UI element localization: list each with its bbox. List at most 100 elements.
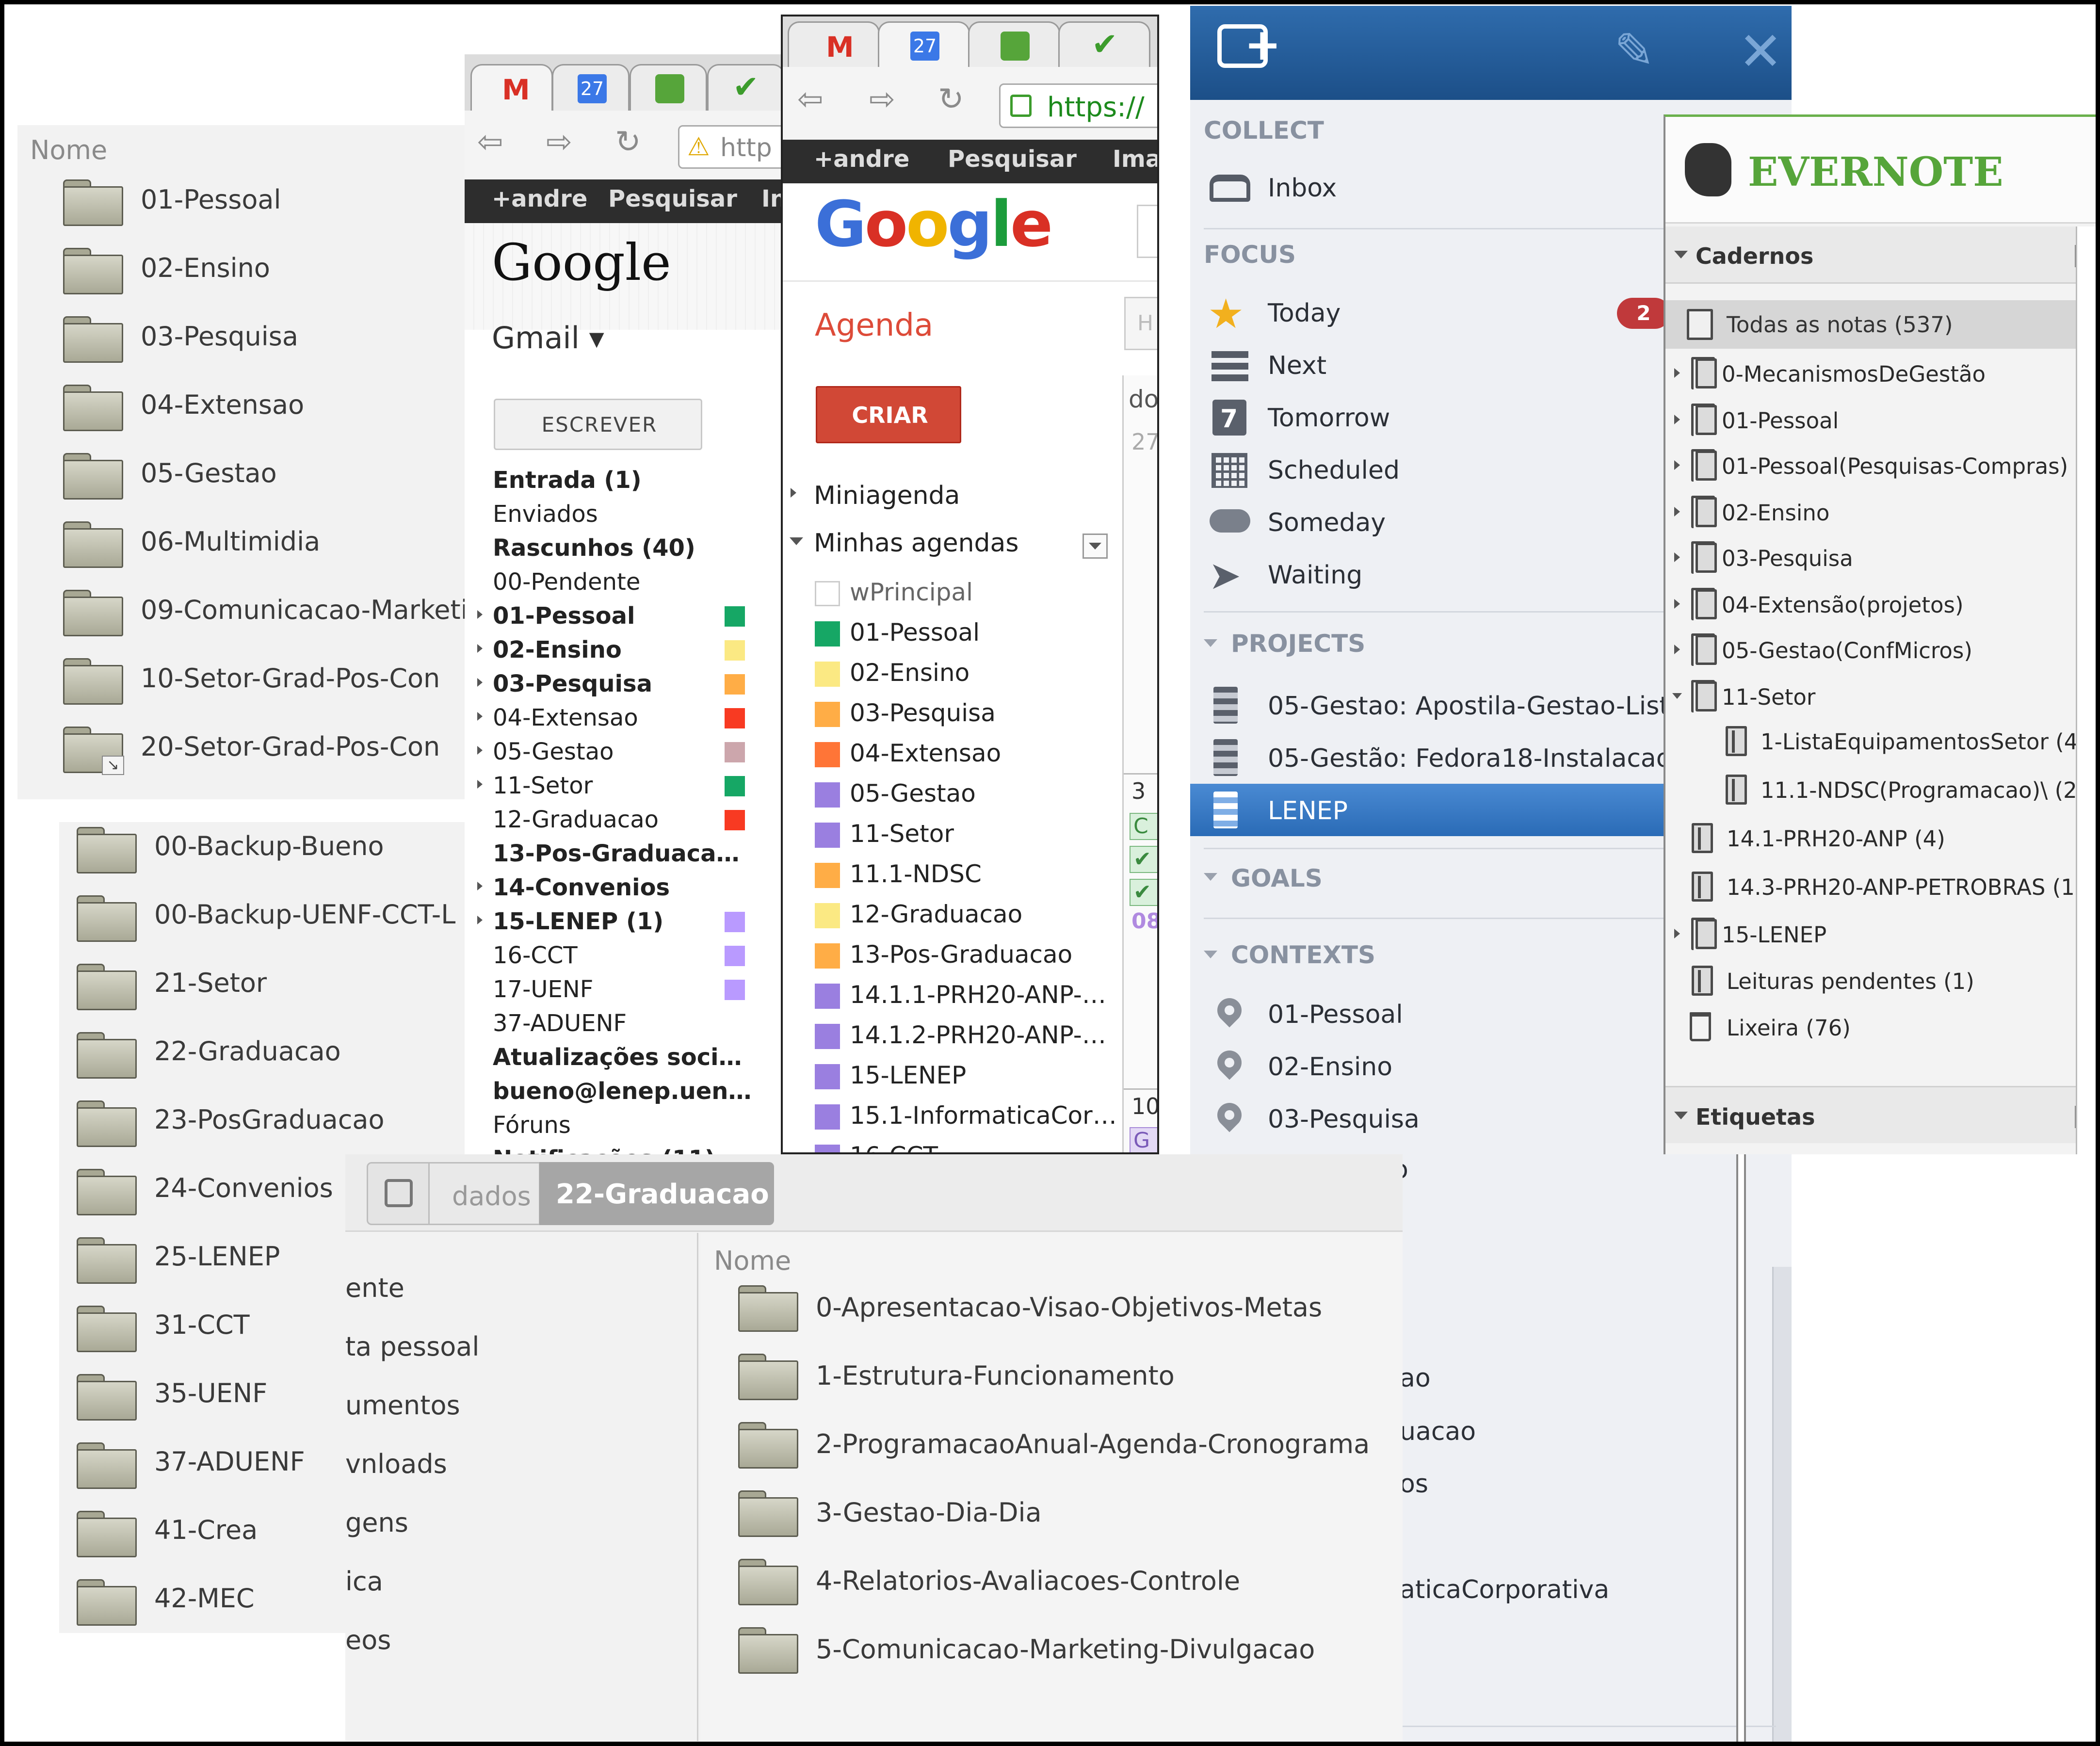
collapse-arrow-icon[interactable]	[1672, 693, 1682, 699]
all-notes-row[interactable]: Todas as notas (537)	[1665, 300, 2100, 349]
folder-item[interactable]: 00-Backup-Bueno	[59, 822, 496, 880]
contexts-arrow[interactable]	[1204, 951, 1217, 958]
event-chip[interactable]: G	[1130, 1127, 1157, 1152]
bar-link-plus[interactable]: +andre	[814, 146, 909, 173]
notebook-row[interactable]: 11.1-NDSC(Programacao)\ (2)	[1665, 766, 2100, 812]
notebook-row[interactable]: 02-Ensino	[1665, 488, 2100, 535]
folder-item[interactable]: 10-Setor-Grad-Pos-Con	[17, 654, 502, 712]
breadcrumb-dados[interactable]: dados	[430, 1162, 540, 1225]
folder-item[interactable]: 03-Pesquisa	[17, 312, 502, 371]
folder-item[interactable]: 01-Pessoal	[17, 176, 502, 234]
section-projects[interactable]: PROJECTS	[1231, 630, 1365, 658]
tab-tasks[interactable]: ✔	[1058, 21, 1150, 68]
compose-button[interactable]: ESCREVER	[494, 399, 702, 450]
calendar-item[interactable]: 01-Pessoal	[815, 615, 1086, 655]
folder-item[interactable]: 3-Gestao-Dia-Dia	[700, 1487, 1403, 1545]
expand-arrow-icon[interactable]	[1674, 415, 1680, 424]
expand-arrow-icon[interactable]	[1674, 929, 1680, 938]
section-goals[interactable]: GOALS	[1231, 864, 1323, 892]
today-button[interactable]: H	[1124, 297, 1157, 350]
tab-calendar[interactable]: 27	[552, 64, 630, 111]
calendar-item[interactable]: 14.1.1-PRH20-ANP-…	[815, 978, 1106, 1018]
breadcrumb-current[interactable]: 22-Graduacao	[539, 1162, 774, 1225]
gmail-label-row[interactable]: 03-Pesquisa	[465, 667, 765, 701]
expand-arrow-icon[interactable]	[1674, 368, 1680, 378]
search-box[interactable]	[1137, 205, 1157, 258]
omnifocus-scrollbar[interactable]	[1772, 1267, 1792, 1742]
notebook-row[interactable]: 0-MecanismosDeGestão	[1665, 350, 2100, 396]
calendar-item[interactable]: 03-Pesquisa	[815, 696, 1086, 736]
folder-item[interactable]: 21-Setor	[59, 959, 496, 1017]
expand-arrow-icon[interactable]	[477, 780, 483, 789]
reload-icon[interactable]: ↻	[938, 81, 964, 117]
location-toggle-button[interactable]	[367, 1162, 430, 1225]
edit-pencil-icon[interactable]: ✎	[1614, 22, 1655, 79]
expand-arrow-icon[interactable]	[477, 916, 483, 924]
gmail-label-row[interactable]: Fóruns	[465, 1109, 765, 1143]
folder-item[interactable]: 0-Apresentacao-Visao-Objetivos-Metas	[700, 1281, 1403, 1340]
tab-evernote[interactable]	[630, 64, 707, 111]
expand-arrow-icon[interactable]	[477, 610, 483, 619]
event-chip[interactable]: C	[1130, 813, 1157, 840]
gmail-label-row[interactable]: 11-Setor	[465, 769, 765, 803]
gmail-label-row[interactable]: 37-ADUENF	[465, 1007, 765, 1041]
places-item[interactable]: ica	[345, 1566, 383, 1597]
gmail-label-row[interactable]: Atualizações soci…	[465, 1041, 765, 1075]
folder-item[interactable]: 1-Estrutura-Funcionamento	[700, 1350, 1403, 1408]
gmail-label-row[interactable]: 12-Graduacao	[465, 803, 765, 837]
tab-calendar[interactable]: 27	[878, 21, 970, 68]
tab-gmail[interactable]: M	[470, 64, 553, 111]
notebook-row[interactable]: 03-Pesquisa	[1665, 534, 2100, 581]
forward-icon[interactable]: ⇨	[546, 124, 572, 160]
folder-item[interactable]: 22-Graduacao	[59, 1027, 496, 1085]
folder-item[interactable]: 23-PosGraduacao	[59, 1096, 496, 1154]
tab-tasks[interactable]: ✔	[707, 64, 785, 111]
notebook-row[interactable]: 01-Pessoal(Pesquisas-Compras)	[1665, 442, 2100, 488]
expand-arrow-icon[interactable]	[477, 678, 483, 687]
places-item[interactable]: vnloads	[345, 1449, 447, 1479]
gmail-label-row[interactable]: 14-Convenios	[465, 871, 765, 905]
section-contexts[interactable]: CONTEXTS	[1231, 941, 1375, 969]
projects-arrow[interactable]	[1204, 639, 1217, 647]
gmail-label-row[interactable]: 00-Pendente	[465, 566, 765, 599]
mini-collapsed-arrow[interactable]	[791, 488, 796, 498]
calendar-item[interactable]: 15-LENEP	[815, 1058, 1086, 1098]
notebook-row[interactable]: Leituras pendentes (1)	[1665, 957, 2100, 1003]
google-logo[interactable]: Google	[815, 187, 1053, 261]
address-bar[interactable]: ⚠ http	[678, 125, 785, 169]
gmail-label-row[interactable]: Rascunhos (40)	[465, 532, 765, 566]
places-item[interactable]: ta pessoal	[345, 1331, 479, 1362]
create-button[interactable]: CRIAR	[816, 386, 961, 443]
gmail-label-row[interactable]: 02-Ensino	[465, 633, 765, 667]
bar-link-plus[interactable]: +andre	[492, 185, 587, 212]
notebooks-header[interactable]: Cadernos	[1665, 226, 2100, 284]
places-item[interactable]: ente	[345, 1273, 404, 1303]
gmail-label-row[interactable]: 13-Pos-Graduaca…	[465, 837, 765, 871]
google-logo[interactable]: Google	[492, 233, 671, 292]
calendar-item[interactable]: 11.1-NDSC	[815, 857, 1086, 897]
back-icon[interactable]: ⇦	[477, 124, 503, 160]
notebook-row[interactable]: 04-Extensão(projetos)	[1665, 581, 2100, 627]
elephant-logo-icon[interactable]	[1685, 143, 1731, 196]
gmail-label-row[interactable]: Enviados	[465, 498, 765, 532]
calendar-item[interactable]: 12-Graduacao	[815, 897, 1086, 937]
bar-link-search[interactable]: Pesquisar	[948, 146, 1077, 173]
folder-item[interactable]: 09-Comunicacao-Marketi	[17, 586, 502, 644]
folder-item[interactable]: 5-Comunicacao-Marketing-Divulgacao	[700, 1623, 1403, 1681]
column-header-name[interactable]: Nome	[714, 1245, 791, 1276]
tab-gmail[interactable]: M	[788, 21, 880, 68]
notebook-row[interactable]: 15-LENEP	[1665, 910, 2100, 957]
event-chip[interactable]: ✔	[1130, 846, 1157, 873]
gmail-label-row[interactable]: Notificações (11)	[465, 1143, 765, 1155]
folder-item[interactable]: 05-Gestao	[17, 449, 502, 507]
calendar-app-title[interactable]: Agenda	[815, 307, 933, 343]
notebook-row[interactable]: 05-Gestao(ConfMicros)	[1665, 626, 2100, 673]
goals-arrow[interactable]	[1204, 873, 1217, 881]
places-item[interactable]: eos	[345, 1625, 391, 1655]
notebook-row[interactable]: 14.1-PRH20-ANP (4)	[1665, 814, 2100, 861]
notebook-row[interactable]: 01-Pessoal	[1665, 396, 2100, 443]
gmail-label-row[interactable]: bueno@lenep.uen…	[465, 1075, 765, 1109]
folder-item[interactable]: 02-Ensino	[17, 244, 502, 302]
expand-arrow-icon[interactable]	[1674, 507, 1680, 517]
bar-link-search[interactable]: Pesquisar	[608, 185, 737, 212]
